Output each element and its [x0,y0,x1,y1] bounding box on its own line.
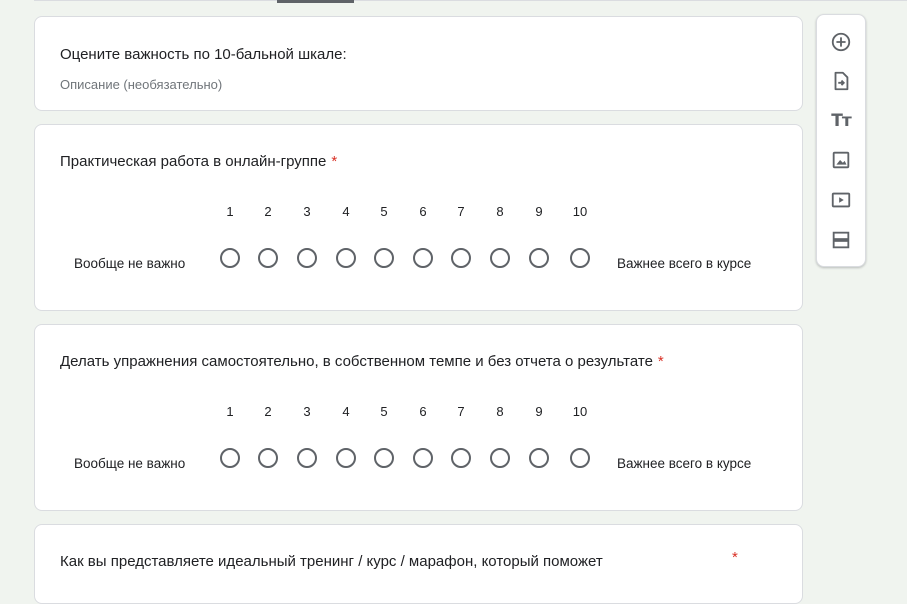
scale-radio-2[interactable] [258,448,278,468]
scale-number: 6 [419,204,427,219]
add-image-button[interactable] [828,147,854,173]
add-title-button[interactable]: Tт [828,108,854,134]
scale-radio-3[interactable] [297,448,317,468]
scale-number: 3 [303,204,311,219]
question-title: Практическая работа в онлайн-группе * [60,153,337,170]
import-questions-button[interactable] [828,68,854,94]
question-title: Как вы представляете идеальный тренинг /… [60,553,603,570]
scale-number: 1 [226,204,234,219]
scale-radio-1[interactable] [220,248,240,268]
scale-radio-6[interactable] [413,448,433,468]
scale-radio-3[interactable] [297,248,317,268]
scale-number: 3 [303,404,311,419]
floating-toolbar: Tт [816,14,866,267]
scale-number: 8 [496,204,504,219]
scale-numbers: 1 2 3 4 5 6 7 8 9 10 [35,404,802,422]
scale-number: 4 [342,204,350,219]
scale-number: 1 [226,404,234,419]
top-divider [34,0,907,4]
required-mark: * [657,353,664,370]
question-card-2[interactable]: Делать упражнения самостоятельно, в собс… [34,324,803,511]
scale-radio-1[interactable] [220,448,240,468]
scale-radio-4[interactable] [336,248,356,268]
add-video-button[interactable] [828,187,854,213]
scale-radio-2[interactable] [258,248,278,268]
add-title-icon: Tт [831,111,851,131]
scale-radio-4[interactable] [336,448,356,468]
section-title[interactable]: Оцените важность по 10-бальной шкале: [60,46,347,63]
scale-number: 6 [419,404,427,419]
scale-number: 2 [264,204,272,219]
scale-number: 7 [457,204,465,219]
scale-radio-5[interactable] [374,248,394,268]
active-tab-indicator [277,0,354,3]
scale-radio-9[interactable] [529,248,549,268]
required-mark: * [732,549,738,566]
question-card-3[interactable]: Как вы представляете идеальный тренинг /… [34,524,803,604]
add-section-icon [832,231,850,249]
scale-number: 10 [572,204,588,219]
question-title: Делать упражнения самостоятельно, в собс… [60,353,664,370]
scale-number: 8 [496,404,504,419]
scale-number: 9 [535,404,543,419]
add-question-button[interactable] [828,29,854,55]
scale-number: 10 [572,404,588,419]
scale-number: 4 [342,404,350,419]
scale-min-label: Вообще не важно [74,256,186,271]
scale-number: 5 [380,404,388,419]
scale-radio-8[interactable] [490,448,510,468]
section-description-field[interactable]: Описание (необязательно) [60,77,222,92]
scale-radio-8[interactable] [490,248,510,268]
import-questions-icon [834,71,849,91]
required-mark: * [331,153,338,170]
scale-min-label: Вообще не важно [74,456,186,471]
question-title-text: Делать упражнения самостоятельно, в собс… [60,353,653,370]
scale-numbers: 1 2 3 4 5 6 7 8 9 10 [35,204,802,222]
question-card-1[interactable]: Практическая работа в онлайн-группе * 1 2… [34,124,803,311]
question-title-text: Практическая работа в онлайн-группе [60,153,327,170]
scale-max-label: Важнее всего в курсе [617,456,752,471]
scale-number: 7 [457,404,465,419]
scale-radio-10[interactable] [570,248,590,268]
scale-max-label: Важнее всего в курсе [617,256,752,271]
add-section-button[interactable] [828,227,854,253]
linear-scale: Вообще не важно Важнее всего в курсе [35,446,802,471]
linear-scale: Вообще не важно Важнее всего в курсе [35,246,802,271]
scale-radio-6[interactable] [413,248,433,268]
scale-number: 9 [535,204,543,219]
scale-radio-9[interactable] [529,448,549,468]
section-card[interactable]: Оцените важность по 10-бальной шкале: Оп… [34,16,803,111]
add-question-icon [831,32,851,52]
scale-radio-7[interactable] [451,448,471,468]
scale-number: 5 [380,204,388,219]
scale-radio-10[interactable] [570,448,590,468]
scale-radio-7[interactable] [451,248,471,268]
add-video-icon [831,192,851,208]
add-image-icon [832,151,850,169]
scale-number: 2 [264,404,272,419]
scale-radio-5[interactable] [374,448,394,468]
